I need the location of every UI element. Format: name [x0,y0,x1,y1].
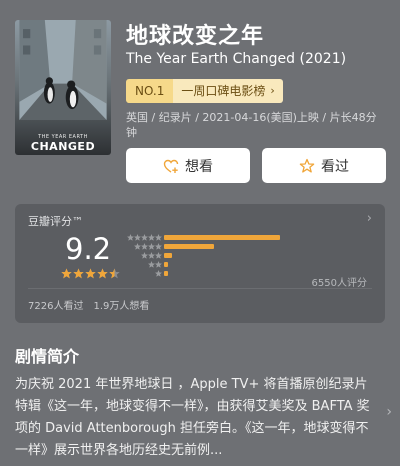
star-icon [148,243,155,250]
rating-source-label: 豆瓣评分™ [28,215,83,228]
star-icon [155,261,162,268]
star-icon [148,252,155,259]
star-icon [148,234,155,241]
distribution-stars [123,270,162,277]
rating-stars [61,268,120,279]
poster-title-line2: CHANGED [30,140,96,153]
watched-button[interactable]: 看过 [262,148,386,183]
heart-plus-icon [163,159,179,173]
distribution-bar [164,235,280,240]
watched-label: 看过 [321,158,349,175]
synopsis-heading: 剧情简介 [15,347,80,366]
star-icon [134,234,141,241]
star-icon [73,268,84,279]
poster-image[interactable]: THE YEAR EARTH CHANGED [15,20,111,155]
distribution-row [123,233,364,242]
star-icon [109,268,120,279]
chevron-right-icon[interactable]: › [386,404,392,420]
movie-original-title: The Year Earth Changed (2021) [126,51,347,67]
star-icon [61,268,72,279]
distribution-row [123,242,364,251]
star-icon [148,261,155,268]
star-icon [85,268,96,279]
star-icon [97,268,108,279]
poster-artwork [19,20,107,120]
distribution-bar [164,244,214,249]
divider [28,288,372,289]
distribution-stars [123,243,162,250]
ranking-list-label: 一周口碑电影榜 [181,84,266,98]
want-to-watch-button[interactable]: 想看 [126,148,250,183]
star-icon [155,270,162,277]
want-count: 1.9万人想看 [93,301,150,312]
star-icon [141,252,148,259]
movie-meta-info: 英国 / 纪录片 / 2021-04-16(美国)上映 / 片长48分钟 [126,111,377,139]
ranking-list-name: 一周口碑电影榜 › [173,79,283,103]
rating-card[interactable]: 豆瓣评分™ › 9.2 6550人评分 7226人看过 1.9万人想看 [15,204,385,323]
star-icon [155,252,162,259]
star-icon [141,243,148,250]
chevron-right-icon: › [366,211,372,226]
ranking-number: NO.1 [126,79,174,103]
distribution-bar [164,271,168,276]
synopsis-text: 为庆祝 2021 年世界地球日 ，Apple TV+ 将首播原创纪录片特辑《这一… [15,377,370,458]
movie-title: 地球改变之年 [126,24,265,49]
rating-score: 9.2 [65,232,112,266]
star-icon [155,243,162,250]
star-icon [127,234,134,241]
distribution-stars [123,252,162,259]
star-icon [141,234,148,241]
distribution-stars [123,234,162,241]
distribution-row [123,260,364,269]
star-icon [155,234,162,241]
star-icon [134,243,141,250]
ranking-badge[interactable]: NO.1 一周口碑电影榜 › [126,79,283,103]
distribution-row [123,251,364,260]
rating-distribution [123,233,364,278]
star-outline-icon [299,158,315,173]
audience-stats: 7226人看过 1.9万人想看 [28,297,149,312]
rating-count: 6550人评分 [311,278,367,289]
want-to-watch-label: 想看 [185,158,213,175]
chevron-right-icon: › [270,84,275,97]
seen-count: 7226人看过 [28,301,84,312]
distribution-bar [164,262,168,267]
distribution-bar [164,253,172,258]
distribution-stars [123,261,162,268]
